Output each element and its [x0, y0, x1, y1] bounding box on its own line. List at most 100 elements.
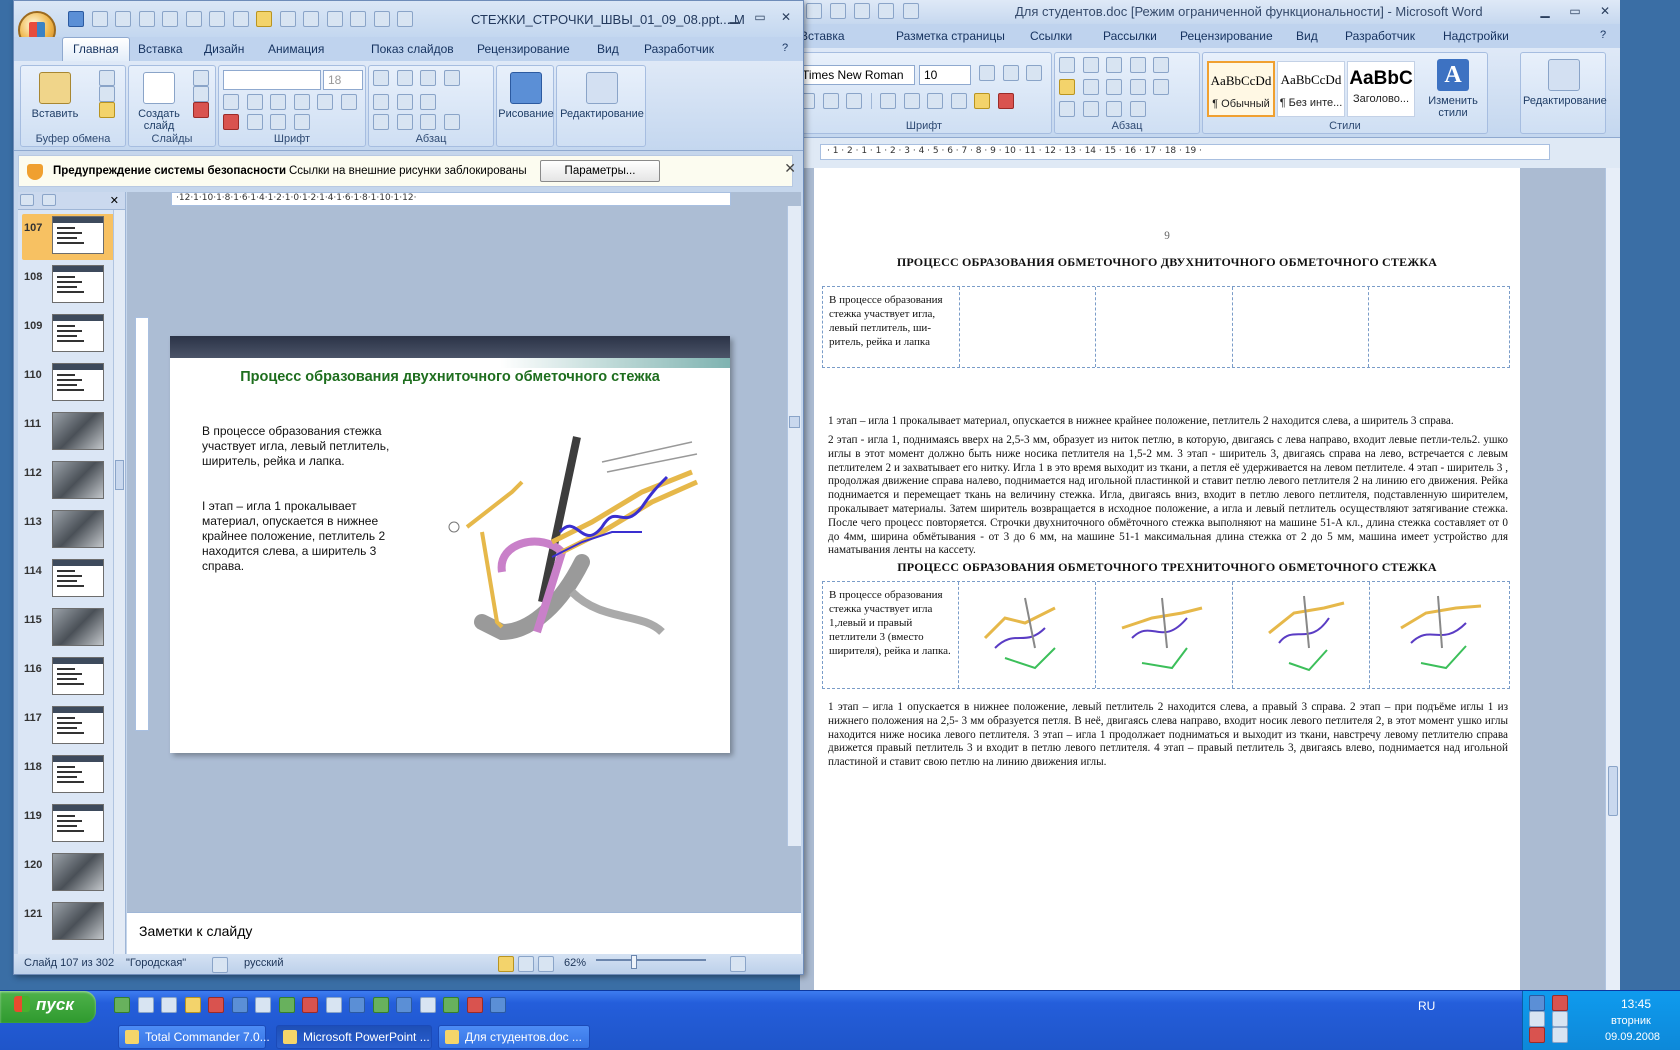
pi-icon[interactable]: [902, 3, 919, 19]
taskbar-word[interactable]: Для студентов.doc ...: [438, 1025, 590, 1049]
italic-icon[interactable]: [822, 93, 839, 109]
style-heading[interactable]: AaBbC Заголово...: [1347, 61, 1415, 117]
style-no-spacing[interactable]: AaBbCcDd ¶ Без инте...: [1277, 61, 1345, 117]
player-icon[interactable]: [349, 997, 365, 1013]
explorer-icon[interactable]: [137, 997, 154, 1013]
slideshow-view-icon[interactable]: [538, 956, 554, 972]
strikethrough-icon[interactable]: [293, 94, 310, 110]
redo-icon[interactable]: [162, 11, 178, 27]
bullets-icon[interactable]: [1059, 57, 1075, 73]
slide-vertical-scrollbar[interactable]: [787, 206, 801, 846]
format-painter-icon[interactable]: [209, 11, 225, 27]
underline-icon[interactable]: [270, 94, 286, 110]
delete-slide-icon[interactable]: [193, 102, 209, 118]
firefox-icon[interactable]: [184, 997, 201, 1013]
restore-icon[interactable]: ▭: [747, 10, 773, 24]
clear-format-icon[interactable]: [115, 11, 131, 27]
chrome-icon[interactable]: [419, 997, 436, 1013]
drawing-button[interactable]: Рисование: [497, 72, 555, 120]
bullets-icon[interactable]: [373, 70, 389, 86]
pilcrow-icon[interactable]: [1129, 101, 1146, 117]
word-tab-view[interactable]: Вид: [1296, 29, 1318, 43]
slide-title[interactable]: Процесс образования двухниточного обмето…: [170, 369, 730, 385]
numbering-icon[interactable]: [396, 70, 413, 86]
close-icon[interactable]: ✕: [773, 10, 799, 24]
increase-indent-icon[interactable]: [1153, 57, 1169, 73]
taskbar-total-commander[interactable]: Total Commander 7.0...: [118, 1025, 270, 1049]
select-all-icon[interactable]: [185, 11, 202, 27]
word-icon[interactable]: [490, 997, 506, 1013]
underline-icon[interactable]: [846, 93, 862, 109]
change-styles-button[interactable]: A Изменить стили: [1421, 59, 1485, 119]
reset-icon[interactable]: [193, 86, 209, 102]
nero-icon[interactable]: [278, 997, 295, 1013]
clear-format-icon[interactable]: [1026, 65, 1042, 81]
thumbnails-scrollbar[interactable]: [113, 210, 125, 954]
ppt-font-size-box[interactable]: 18: [323, 70, 363, 90]
slide-thumbnail[interactable]: 116: [22, 655, 122, 701]
current-slide[interactable]: Процесс образования двухниточного обмето…: [170, 336, 730, 753]
network-icon[interactable]: [1529, 1011, 1545, 1027]
slide-thumbnail[interactable]: 119: [22, 802, 122, 848]
word-tab-mailings[interactable]: Рассылки: [1103, 29, 1157, 43]
layout-icon[interactable]: [193, 70, 209, 86]
help-icon[interactable]: ?: [1600, 29, 1606, 41]
slides-tab-icon[interactable]: [20, 194, 34, 206]
ppt-tab-home[interactable]: Главная: [62, 37, 130, 61]
font-size-box[interactable]: 10: [919, 65, 971, 85]
line-spacing-icon[interactable]: [1153, 79, 1169, 95]
more-icon[interactable]: [397, 11, 413, 27]
word-tab-addins[interactable]: Надстройки: [1443, 29, 1509, 43]
word-editing-button[interactable]: Редактирование: [1523, 59, 1607, 107]
chat-icon[interactable]: [114, 997, 130, 1013]
outline-tab-icon[interactable]: [41, 194, 56, 206]
ie-icon[interactable]: [396, 997, 412, 1013]
cut-icon[interactable]: [99, 70, 115, 86]
slide-text-intro[interactable]: В процессе образования стежка участвует …: [202, 424, 412, 469]
slide-thumbnail[interactable]: 114: [22, 557, 122, 603]
sphere-icon[interactable]: [372, 997, 389, 1013]
close-icon[interactable]: ✕: [1590, 0, 1620, 22]
subscript-icon[interactable]: [138, 11, 155, 27]
slide-thumbnail[interactable]: 110: [22, 361, 122, 407]
align-right-icon[interactable]: [420, 114, 436, 130]
spacing-icon[interactable]: [340, 94, 357, 110]
align-center-icon[interactable]: [396, 114, 413, 130]
shadow-icon[interactable]: [317, 94, 333, 110]
slide-thumbnail[interactable]: 107: [22, 214, 122, 260]
align-left-icon[interactable]: [1059, 79, 1075, 95]
keyboard-language[interactable]: RU: [1418, 999, 1435, 1013]
print-icon[interactable]: [279, 11, 296, 27]
slide-thumbnail[interactable]: 112: [22, 459, 122, 505]
spelling-icon[interactable]: [878, 3, 895, 19]
word-horizontal-ruler[interactable]: · 1 · 2 · 1 · 1 · 2 · 3 · 4 · 5 · 6 · 7 …: [820, 144, 1550, 160]
ppt-font-name-box[interactable]: [223, 70, 321, 90]
slide-thumbnail[interactable]: 113: [22, 508, 122, 554]
ppt-tab-insert[interactable]: Вставка: [138, 42, 183, 56]
align-right-icon[interactable]: [1106, 79, 1122, 95]
style-normal[interactable]: AaBbCcDd ¶ Обычный: [1207, 61, 1275, 117]
ppt-tab-animation[interactable]: Анимация: [268, 42, 324, 56]
bold-icon[interactable]: [223, 94, 239, 110]
slide-thumbnail[interactable]: 115: [22, 606, 122, 652]
word-tab-references[interactable]: Ссылки: [1030, 29, 1072, 43]
sorter-view-icon[interactable]: [518, 956, 534, 972]
ppt-editing-button[interactable]: Редактирование: [559, 72, 645, 120]
slide-thumbnail[interactable]: 109: [22, 312, 122, 358]
slide-thumbnail[interactable]: 118: [22, 753, 122, 799]
zoom-level[interactable]: 62%: [564, 957, 586, 969]
undo-icon[interactable]: [91, 11, 108, 27]
record-icon[interactable]: [302, 997, 318, 1013]
close-icon[interactable]: ✕: [784, 161, 796, 177]
undo-icon[interactable]: [806, 3, 822, 19]
decrease-indent-icon[interactable]: [373, 94, 389, 110]
line-spacing-icon[interactable]: [420, 70, 436, 86]
justify-icon[interactable]: [1129, 79, 1146, 95]
start-button[interactable]: пуск: [0, 991, 96, 1023]
table-icon[interactable]: [232, 11, 249, 27]
slide-thumbnail[interactable]: 111: [22, 410, 122, 456]
create-slide-button[interactable]: Создать слайд: [131, 72, 187, 132]
change-case-icon[interactable]: [950, 93, 967, 109]
spellcheck-icon[interactable]: [212, 957, 228, 973]
word-scroll-thumb[interactable]: [1608, 766, 1618, 816]
